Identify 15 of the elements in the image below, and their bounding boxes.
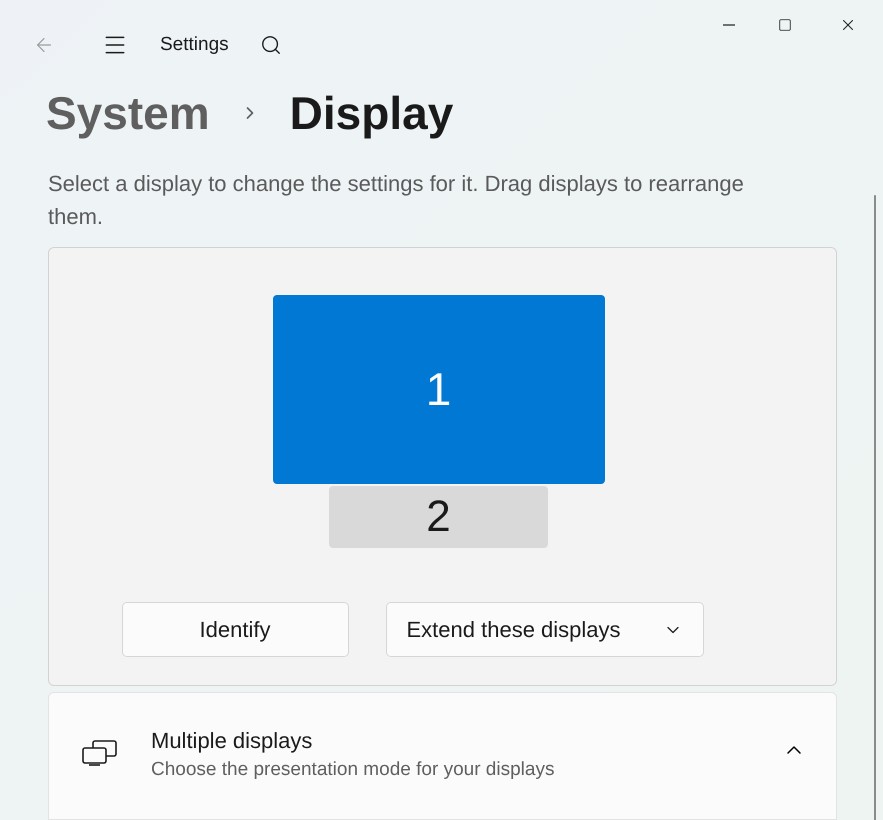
display-tile[interactable]: 1 [272, 295, 604, 484]
section-subtitle: Choose the presentation mode for your displays [151, 758, 554, 782]
breadcrumb-item[interactable]: System [46, 87, 210, 139]
minimize-icon [723, 24, 735, 26]
display-tile[interactable]: 2 [329, 486, 548, 548]
multiple-displays-card[interactable]: Multiple displays Choose the presentation mode for your displays [48, 692, 837, 820]
monitors-icon [81, 740, 119, 766]
description-text: Select a display to change the settings for it. Drag displays to rearrange them. [48, 170, 745, 231]
window-title: Settings [160, 32, 229, 57]
section-title: Multiple displays [151, 727, 314, 756]
search-icon [260, 34, 282, 56]
mode-dropdown[interactable]: Extend these displays [386, 602, 704, 658]
identify-button[interactable]: Identify [122, 602, 348, 658]
maximize-icon [778, 18, 792, 32]
breadcrumb-item: Display [290, 87, 454, 139]
